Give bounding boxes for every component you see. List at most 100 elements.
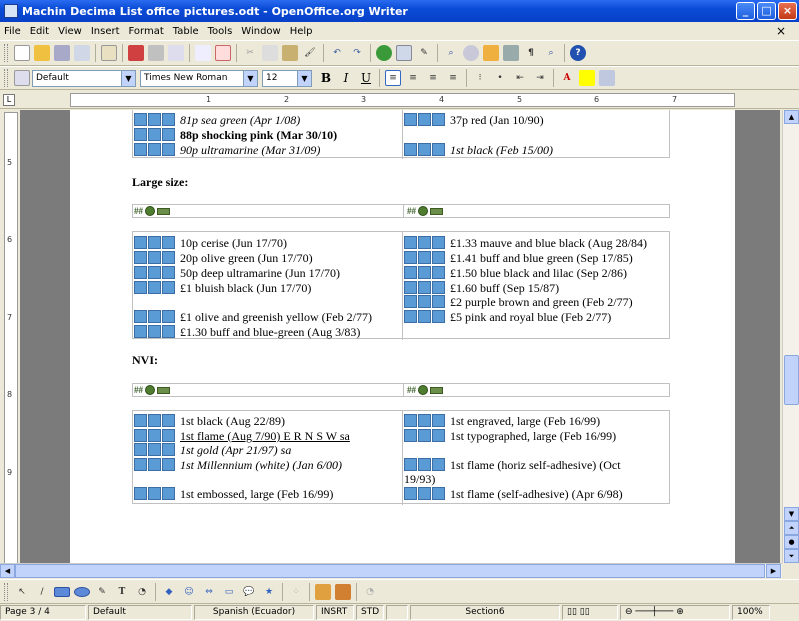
table-row[interactable]: 90p ultramarine (Mar 31/09) xyxy=(134,143,320,157)
font-name-combo[interactable]: Times New Roman ▼ xyxy=(140,69,258,87)
print-icon[interactable] xyxy=(148,45,164,61)
navigator-icon[interactable] xyxy=(463,45,479,61)
status-selection-mode[interactable]: STD xyxy=(356,605,384,620)
next-page-icon[interactable]: ⏷ xyxy=(784,549,799,563)
table-row[interactable]: £1.50 blue black and lilac (Sep 2/86) xyxy=(404,266,627,280)
table-row[interactable]: 1st flame (horiz self-adhesive) (Oct xyxy=(404,458,621,472)
scroll-up-icon[interactable]: ▲ xyxy=(784,110,799,124)
spellcheck-icon[interactable] xyxy=(195,45,211,61)
horizontal-scroll-thumb[interactable] xyxy=(15,564,765,578)
previous-page-icon[interactable]: ⏶ xyxy=(784,521,799,535)
font-size-combo[interactable]: 12 ▼ xyxy=(262,69,312,87)
freeform-icon[interactable]: ✎ xyxy=(94,584,110,600)
export-pdf-icon[interactable] xyxy=(128,45,144,61)
chevron-down-icon[interactable]: ▼ xyxy=(297,70,311,86)
toolbar-grip[interactable] xyxy=(4,582,8,601)
scroll-left-icon[interactable]: ◀ xyxy=(0,564,15,578)
table-icon[interactable] xyxy=(396,45,412,61)
horizontal-ruler[interactable]: 1 2 3 4 5 6 7 xyxy=(70,93,735,107)
navigation-icon[interactable]: ● xyxy=(784,535,799,549)
styles-formatting-icon[interactable] xyxy=(14,70,30,86)
data-sources-icon[interactable] xyxy=(503,45,519,61)
help-icon[interactable]: ? xyxy=(570,45,586,61)
basic-shapes-icon[interactable]: ◆ xyxy=(161,584,177,600)
menu-help[interactable]: Help xyxy=(286,26,318,37)
bold-button[interactable]: B xyxy=(317,69,335,87)
minimize-button[interactable]: _ xyxy=(736,2,755,20)
extrusion-icon[interactable]: ◔ xyxy=(362,584,378,600)
open-folder-icon[interactable] xyxy=(34,45,50,61)
paragraph-style-combo[interactable]: Default ▼ xyxy=(32,69,136,87)
scroll-right-icon[interactable]: ▶ xyxy=(766,564,781,578)
table-row[interactable]: £1.60 buff (Sep 15/87) xyxy=(404,281,559,295)
edit-file-icon[interactable] xyxy=(101,45,117,61)
status-page[interactable]: Page 3 / 4 xyxy=(0,605,86,620)
underline-button[interactable]: U xyxy=(357,69,375,87)
horizontal-scrollbar[interactable]: ◀ ▶ xyxy=(0,563,782,578)
table-row[interactable]: 37p red (Jan 10/90) xyxy=(404,113,544,127)
table-row[interactable]: 1st embossed, large (Feb 16/99) xyxy=(134,487,333,501)
align-left-icon[interactable]: ≡ xyxy=(385,70,401,86)
copy-icon[interactable] xyxy=(262,45,278,61)
menu-edit[interactable]: Edit xyxy=(26,26,54,37)
symbol-shapes-icon[interactable]: ☺ xyxy=(181,584,197,600)
formatting-marks-icon[interactable]: ¶ xyxy=(523,45,539,61)
rectangle-icon[interactable] xyxy=(54,586,70,597)
table-row[interactable]: 1st black (Feb 15/00) xyxy=(404,143,553,157)
zoom-slider[interactable]: ⊖ ───┼─── ⊕ xyxy=(620,605,730,620)
increase-indent-icon[interactable]: ⇥ xyxy=(532,70,548,86)
stars-icon[interactable]: ★ xyxy=(261,584,277,600)
scroll-down-icon[interactable]: ▼ xyxy=(784,507,799,521)
menu-insert[interactable]: Insert xyxy=(87,26,125,37)
numbering-icon[interactable]: ⁝ xyxy=(472,70,488,86)
decrease-indent-icon[interactable]: ⇤ xyxy=(512,70,528,86)
table-row[interactable]: 81p sea green (Apr 1/08) xyxy=(134,113,300,127)
status-insert-mode[interactable]: INSRT xyxy=(316,605,354,620)
table-row[interactable]: 1st gold (Apr 21/97) sa xyxy=(134,443,291,457)
table-row[interactable]: 10p cerise (Jun 17/70) xyxy=(134,236,287,250)
background-color-icon[interactable] xyxy=(599,70,615,86)
menu-format[interactable]: Format xyxy=(125,26,169,37)
table-row[interactable]: £5 pink and royal blue (Feb 2/77) xyxy=(404,310,611,324)
select-arrow-icon[interactable]: ↖ xyxy=(14,584,30,600)
menu-window[interactable]: Window xyxy=(237,26,285,37)
autospellcheck-icon[interactable] xyxy=(215,45,231,61)
points-icon[interactable]: ⁘ xyxy=(288,584,304,600)
table-row[interactable]: £1 bluish black (Jun 17/70) xyxy=(134,281,311,295)
menu-file[interactable]: File xyxy=(0,26,26,37)
view-layout-icons[interactable]: ▯▯ ▯▯ xyxy=(562,605,618,620)
table-row[interactable]: 50p deep ultramarine (Jun 17/70) xyxy=(134,266,340,280)
vertical-ruler[interactable]: 5 6 7 8 9 xyxy=(4,112,18,564)
chevron-down-icon[interactable]: ▼ xyxy=(243,70,257,86)
table-row[interactable]: 20p olive green (Jun 17/70) xyxy=(134,251,313,265)
paste-icon[interactable] xyxy=(282,45,298,61)
line-icon[interactable]: / xyxy=(34,584,50,600)
font-color-icon[interactable]: A xyxy=(559,70,575,86)
status-zoom[interactable]: 100% xyxy=(732,605,770,620)
chevron-down-icon[interactable]: ▼ xyxy=(121,70,135,86)
tab-stop-selector[interactable]: L xyxy=(3,94,15,106)
maximize-button[interactable]: □ xyxy=(757,2,776,20)
table-row[interactable]: 1st black (Aug 22/89) xyxy=(134,414,285,428)
new-document-icon[interactable] xyxy=(14,45,30,61)
table-row[interactable]: £1.41 buff and blue green (Sep 17/85) xyxy=(404,251,633,265)
redo-icon[interactable]: ↷ xyxy=(349,45,365,61)
document-page[interactable]: 81p sea green (Apr 1/08) 88p shocking pi… xyxy=(70,110,735,564)
zoom-icon[interactable]: ⌕ xyxy=(543,45,559,61)
highlighting-icon[interactable] xyxy=(579,70,595,86)
menu-tools[interactable]: Tools xyxy=(204,26,238,37)
hyperlink-icon[interactable] xyxy=(376,45,392,61)
vertical-scrollbar[interactable]: ▲ ▼ ⏶ ● ⏷ xyxy=(782,110,799,563)
table-row[interactable]: 1st typographed, large (Feb 16/99) xyxy=(404,429,616,443)
table-row[interactable]: 1st flame (Aug 7/90) E R N S W sa xyxy=(134,429,350,443)
table-row[interactable]: 88p shocking pink (Mar 30/10) xyxy=(134,128,337,142)
bullets-icon[interactable]: • xyxy=(492,70,508,86)
ellipse-icon[interactable] xyxy=(74,586,90,597)
close-document-button[interactable]: × xyxy=(772,24,791,38)
close-window-button[interactable]: × xyxy=(778,2,797,20)
show-draw-functions-icon[interactable]: ✎ xyxy=(416,45,432,61)
callout-icon[interactable]: ◔ xyxy=(134,584,150,600)
page-preview-icon[interactable] xyxy=(168,45,184,61)
gallery-icon[interactable] xyxy=(483,45,499,61)
toolbar-grip[interactable] xyxy=(4,44,8,62)
